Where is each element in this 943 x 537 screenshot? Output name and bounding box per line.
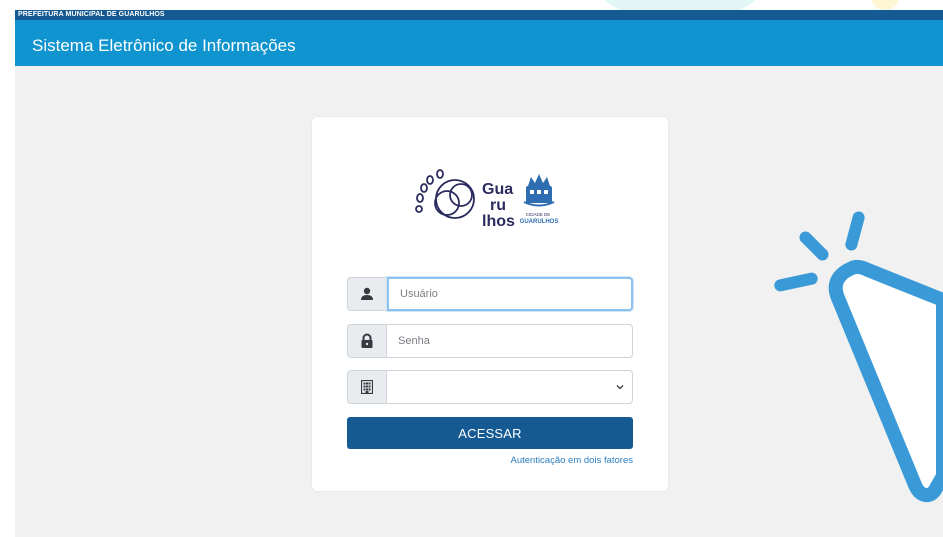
org-bar: PREFEITURA MUNICIPAL DE GUARULHOS <box>15 10 943 20</box>
chevron-down-icon <box>616 385 624 390</box>
password-addon <box>347 324 387 358</box>
logo-text-line2: ru <box>490 197 506 214</box>
page-title: Sistema Eletrônico de Informações <box>32 36 296 55</box>
building-icon <box>361 380 373 394</box>
username-input[interactable] <box>387 277 633 311</box>
lock-icon <box>361 333 373 348</box>
header: Sistema Eletrônico de Informações <box>15 20 943 66</box>
two-factor-link[interactable]: Autenticação em dois fatores <box>510 455 633 466</box>
username-addon <box>347 277 387 311</box>
organization-field <box>347 370 633 404</box>
organization-select[interactable] <box>387 370 633 404</box>
org-bar-text: PREFEITURA MUNICIPAL DE GUARULHOS <box>18 11 165 18</box>
organization-addon <box>347 370 387 404</box>
cursor-decoration-icon <box>774 211 943 503</box>
password-input[interactable] <box>387 324 633 358</box>
username-field <box>347 277 633 311</box>
login-card: Gua ru lhos CIDADE DE GUARULHOS Usuário … <box>312 117 668 491</box>
logo-text-line3: lhos <box>482 213 515 230</box>
password-field <box>347 324 633 358</box>
user-icon <box>361 287 373 300</box>
seal-text-line2: GUARULHOS <box>520 219 559 225</box>
logo-text-line1: Gua <box>482 181 513 198</box>
submit-button[interactable]: ACESSAR <box>347 417 633 449</box>
city-seal-icon <box>523 174 555 207</box>
guarulhos-logo: Gua ru lhos CIDADE DE GUARULHOS <box>415 169 559 230</box>
top-decoration <box>0 0 943 10</box>
seal-text-line1: CIDADE DE <box>526 212 551 217</box>
